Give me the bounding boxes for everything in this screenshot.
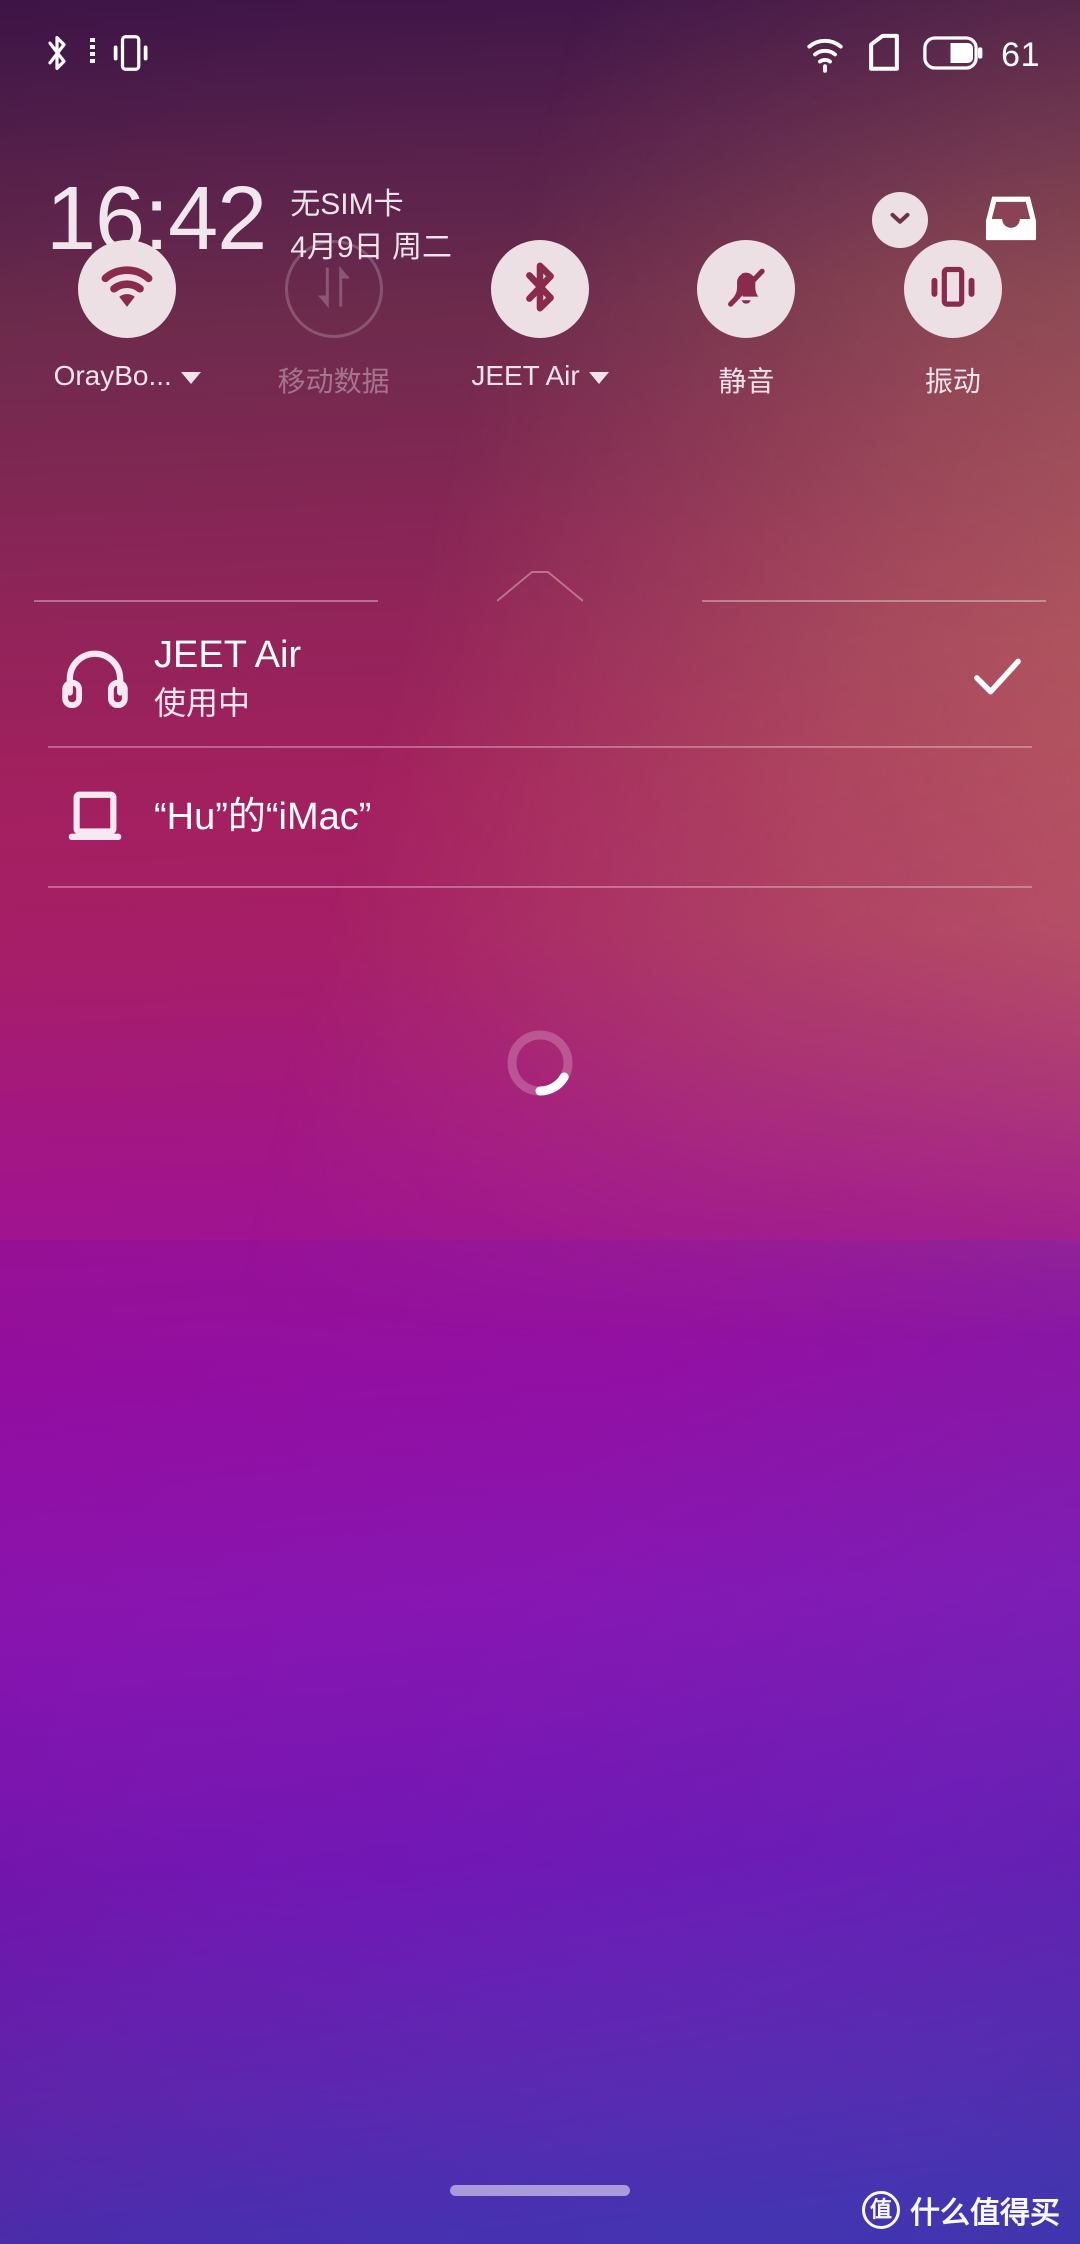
wifi-icon [805, 33, 845, 78]
quick-tile-bluetooth[interactable]: JEET Air [437, 240, 643, 400]
quick-tile-bluetooth-label: JEET Air [471, 360, 580, 391]
carrier-label: 无SIM卡 [290, 188, 404, 221]
vibrate-icon [927, 263, 979, 316]
chevron-down-icon[interactable] [588, 371, 609, 384]
watermark-text: 什么值得买 [910, 2197, 1060, 2230]
bluetooth-device-info: “Hu”的“iMac” [154, 794, 962, 840]
quick-tile-vibrate[interactable]: 振动 [850, 240, 1056, 400]
divider-left [34, 600, 378, 602]
device-list-separator [48, 886, 1032, 888]
chevron-down-icon [885, 203, 915, 238]
quick-tile-silent[interactable]: 静音 [643, 240, 849, 400]
bell-off-icon [721, 262, 771, 317]
bluetooth-device-info: JEET Air 使用中 [154, 632, 962, 723]
watermark: 值 什么值得买 [862, 2188, 1060, 2232]
quick-tile-wifi[interactable]: OrayBo... [24, 240, 230, 400]
wifi-icon [101, 264, 153, 315]
panel-divider-with-notch [0, 568, 1080, 608]
laptop-icon [62, 788, 154, 846]
bluetooth-device-row[interactable]: “Hu”的“iMac” [0, 748, 1080, 886]
vibrate-icon [111, 33, 149, 78]
quick-tile-bluetooth-label-row: JEET Air [471, 360, 609, 392]
scanning-indicator [0, 1025, 1080, 1106]
watermark-logo-icon: 值 [862, 2191, 900, 2229]
connected-check-icon [962, 655, 1032, 699]
headphones-icon [62, 646, 154, 708]
bluetooth-device-row[interactable]: JEET Air 使用中 [0, 608, 1080, 746]
quick-tile-vibrate-label-row: 振动 [925, 360, 981, 400]
quick-tile-silent-button[interactable] [697, 240, 796, 338]
quick-tile-mobile-data[interactable]: 移动数据 [230, 240, 436, 400]
bluetooth-device-list: JEET Air 使用中 “Hu”的“iMac” [0, 608, 1080, 888]
bluetooth-device-name: JEET Air [154, 633, 302, 676]
quick-settings-row: OrayBo... 移动数据 JEET Air 静音 振动 [0, 240, 1080, 400]
chevron-down-icon[interactable] [180, 371, 201, 384]
quick-tile-wifi-label: OrayBo... [53, 360, 172, 391]
status-bar: 61 [0, 0, 1080, 110]
quick-tile-mobile-data-button[interactable] [284, 240, 383, 338]
divider-right [702, 600, 1046, 602]
quick-tile-silent-label: 静音 [718, 366, 775, 397]
status-bar-left [40, 32, 149, 79]
quick-tile-wifi-button[interactable] [78, 240, 177, 338]
quick-tile-mobile-data-label: 移动数据 [277, 366, 390, 397]
bluetooth-signal-dots-icon [88, 36, 97, 75]
quick-tile-mobile-data-label-row: 移动数据 [278, 360, 390, 400]
quick-tile-wifi-label-row: OrayBo... [54, 360, 201, 392]
loading-spinner [502, 1025, 578, 1106]
bluetooth-icon [40, 32, 74, 79]
quick-tile-silent-label-row: 静音 [718, 360, 774, 400]
battery-level-text: 61 [1001, 35, 1040, 74]
bluetooth-device-status: 使用中 [154, 684, 251, 721]
bluetooth-device-name: “Hu”的“iMac” [154, 795, 372, 838]
quick-tile-vibrate-button[interactable] [903, 240, 1002, 338]
quick-tile-vibrate-label: 振动 [924, 366, 981, 397]
panel-caret-up-icon [496, 570, 584, 602]
status-bar-right: 61 [805, 33, 1040, 78]
sim-card-icon [865, 33, 903, 78]
home-indicator[interactable] [450, 2185, 630, 2196]
quick-tile-bluetooth-button[interactable] [491, 240, 590, 338]
battery-icon [923, 35, 983, 75]
mobile-data-icon [308, 261, 360, 318]
bluetooth-icon [517, 260, 563, 319]
